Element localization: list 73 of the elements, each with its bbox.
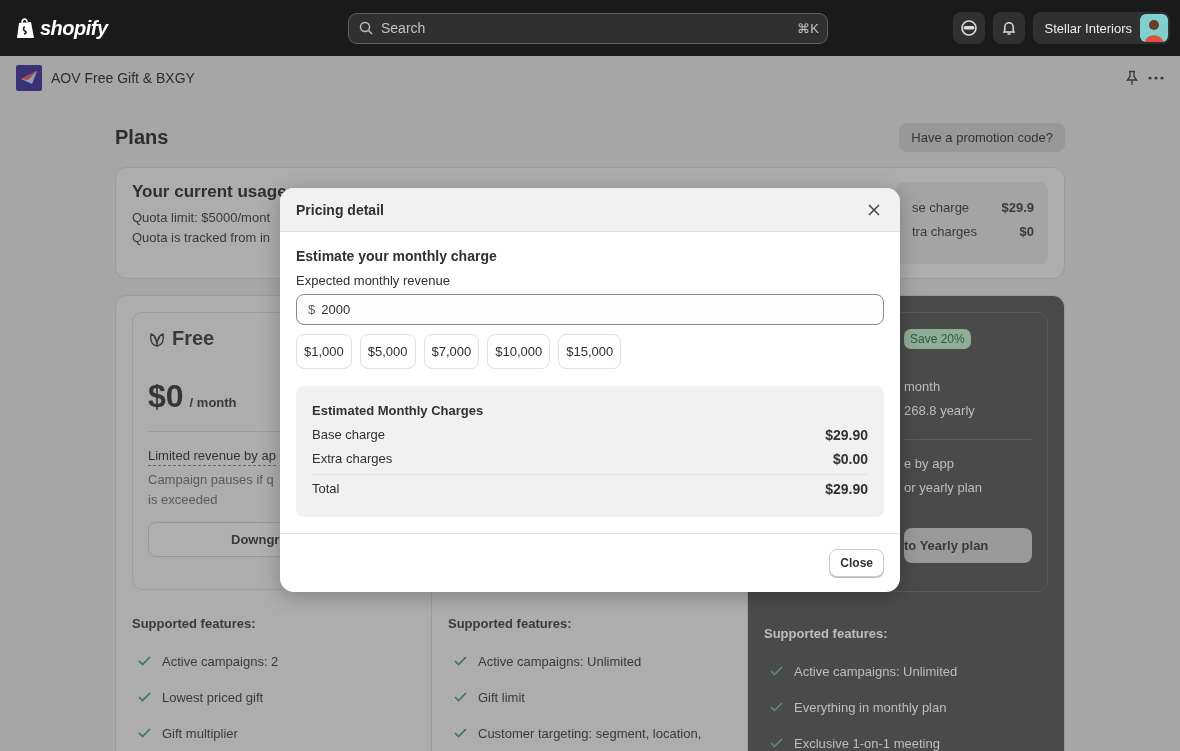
amount-preset-button[interactable]: $1,000 (296, 334, 352, 369)
app-logo-icon (16, 65, 42, 91)
app-title: AOV Free Gift & BXGY (51, 70, 195, 86)
dialog-title: Pricing detail (296, 201, 384, 218)
plan-name: Free (172, 327, 215, 350)
plan-button[interactable]: to Yearly plan (904, 528, 1032, 563)
charge-value: $0.00 (832, 450, 868, 469)
check-icon (770, 702, 783, 712)
features-title: Supported features: (448, 616, 573, 631)
amount-preset-button[interactable]: $10,000 (487, 334, 551, 369)
bell-icon[interactable] (992, 12, 1025, 44)
amount-preset-button[interactable]: $7,000 (423, 334, 480, 369)
charge-label: Base charge (312, 426, 385, 444)
check-icon (770, 738, 783, 748)
check-icon (454, 728, 467, 738)
price-text: 268.8 yearly (904, 402, 976, 420)
search-field[interactable]: Search ⌘K (348, 12, 828, 44)
feature-text: Active campaigns: Unlimited (794, 663, 958, 679)
summary-title: Estimated Monthly Charges (312, 403, 485, 418)
shortcut-hint: ⌘K (797, 20, 819, 36)
save-badge: Save 20% (904, 329, 971, 349)
plan-note: e by app (904, 455, 955, 473)
check-icon (138, 656, 151, 666)
total-value: $29.90 (825, 480, 868, 499)
feature-text: Exclusive 1-on-1 meeting (794, 735, 940, 751)
section-title: Estimate your monthly charge (296, 248, 498, 264)
total-label: Total (312, 480, 340, 498)
check-icon (138, 728, 151, 738)
revenue-input[interactable]: 2000 (321, 302, 872, 317)
limit-note: Campaign pauses if q is exceeded (148, 471, 274, 509)
amount-preset-button[interactable]: $15,000 (558, 334, 622, 369)
usage-title: Your current usage (132, 182, 287, 202)
charge-label: tra charges (912, 223, 978, 241)
store-button[interactable]: Stellar Interiors (1032, 12, 1170, 44)
charge-value: $0 (1019, 223, 1034, 241)
feature-text: Gift multiplier (162, 725, 238, 741)
feature-text: Gift limit (478, 689, 525, 705)
avatar-icon (1140, 14, 1168, 42)
plan-price: $0 (148, 378, 184, 415)
limit-title: Limited revenue by ap (148, 446, 276, 466)
feature-text: Everything in monthly plan (794, 699, 947, 715)
price-period: / month (189, 395, 237, 410)
features-title: Supported features: (764, 626, 889, 641)
search-icon (359, 21, 373, 35)
check-icon (770, 666, 783, 676)
charge-label: Extra charges (312, 450, 393, 468)
price-text: month (904, 378, 942, 396)
usage-text: Quota is tracked from in (132, 229, 271, 247)
more-icon[interactable] (1148, 76, 1164, 80)
search-input[interactable]: Search (379, 19, 792, 37)
plan-note: or yearly plan (904, 479, 984, 497)
promotion-code-button[interactable]: Have a promotion code? (899, 122, 1065, 152)
feature-text: Active campaigns: 2 (162, 653, 279, 669)
amount-preset-button[interactable]: $5,000 (359, 334, 416, 369)
charge-value: $29.9 (1001, 199, 1034, 217)
feature-text: Lowest priced gift (162, 689, 264, 705)
shopping-bag-icon (16, 17, 36, 39)
charge-value: $29.90 (825, 426, 868, 445)
usage-text: Quota limit: $5000/mont (132, 209, 272, 227)
charge-label: se charge (912, 199, 970, 217)
feature-text: Active campaigns: Unlimited (478, 653, 642, 669)
logo-text[interactable]: shopify (40, 16, 108, 40)
field-label: Expected monthly revenue (296, 273, 451, 288)
page-title: Plans (115, 125, 169, 149)
features-title: Supported features: (132, 616, 257, 631)
currency-prefix: $ (308, 302, 316, 317)
feature-text: Customer targeting: segment, location, (478, 725, 702, 741)
close-button[interactable]: Close (829, 549, 884, 577)
pin-icon[interactable] (1125, 70, 1139, 86)
revenue-input-field[interactable]: $ 2000 (296, 294, 884, 325)
check-icon (138, 692, 151, 702)
check-icon (454, 656, 467, 666)
check-icon (454, 692, 467, 702)
